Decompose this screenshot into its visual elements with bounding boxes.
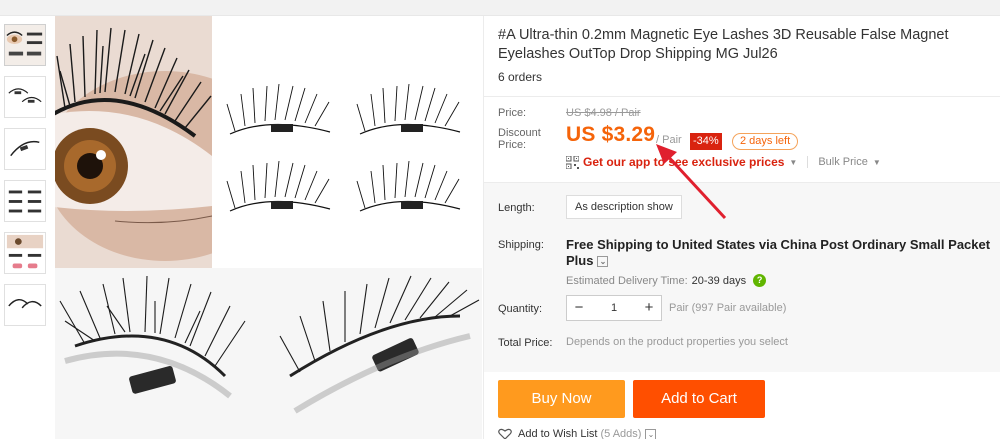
thumbnail-1[interactable] [4, 24, 46, 66]
shipping-label: Shipping: [498, 239, 544, 251]
main-product-image[interactable] [55, 16, 482, 439]
app-prompt-row: Get our app to see exclusive prices ▼ Bu… [566, 155, 881, 169]
product-detail-panel: #A Ultra-thin 0.2mm Magnetic Eye Lashes … [483, 16, 1000, 439]
eta-label: Estimated Delivery Time: [566, 274, 688, 287]
eta-value: 20-39 days [691, 274, 747, 287]
wishlist-row[interactable]: Add to Wish List (5 Adds) ⌄ [498, 428, 657, 439]
thumbnail-list [4, 24, 48, 336]
thumbnail-5[interactable] [4, 232, 46, 274]
thumbnail-4[interactable] [4, 180, 46, 222]
top-strip [0, 0, 1000, 16]
shipping-free: Free Shipping [566, 237, 653, 252]
qr-code-icon [566, 155, 579, 169]
shipping-plus: Plus [566, 253, 594, 268]
quantity-availability: Pair (997 Pair available) [669, 302, 787, 314]
total-price-label: Total Price: [498, 337, 553, 349]
discount-price-label: Discount Price: [498, 127, 541, 151]
days-left-badge: 2 days left [732, 133, 799, 150]
wishlist-count: (5 Adds) [600, 428, 642, 439]
bulk-price-dropdown-icon[interactable]: ▼ [873, 158, 881, 167]
total-price-value: Depends on the product properties you se… [566, 336, 788, 348]
quantity-input[interactable]: 1 [591, 302, 637, 314]
quantity-decrease-button[interactable]: − [567, 296, 591, 320]
app-prompt-link[interactable]: Get our app to see exclusive prices [583, 155, 784, 169]
quantity-stepper: − 1 + [566, 295, 662, 321]
discount-badge: -34% [690, 133, 722, 150]
bulk-price-dropdown[interactable]: Bulk Price [818, 156, 868, 168]
shipping-destination: to United States via China Post Ordinary… [656, 237, 991, 252]
thumbnail-6[interactable] [4, 284, 46, 326]
thumbnail-3[interactable] [4, 128, 46, 170]
length-label: Length: [498, 202, 535, 214]
delivery-estimate: Estimated Delivery Time: 20-39 days ? [566, 274, 767, 287]
divider [807, 156, 809, 168]
shipping-method[interactable]: Free Shipping to United States via China… [566, 237, 1000, 269]
quantity-label: Quantity: [498, 303, 543, 315]
app-prompt-dropdown-icon[interactable]: ▼ [789, 158, 797, 167]
wishlist-dropdown-icon[interactable]: ⌄ [645, 428, 657, 439]
order-count[interactable]: 6 orders [498, 70, 542, 84]
price-label: Price: [498, 107, 527, 119]
length-option[interactable]: As description show [566, 195, 682, 219]
thumbnail-2[interactable] [4, 76, 46, 118]
current-price: US $3.29 [566, 123, 656, 146]
buy-now-button[interactable]: Buy Now [498, 380, 625, 418]
add-to-cart-button[interactable]: Add to Cart [633, 380, 765, 418]
help-icon[interactable]: ? [753, 274, 767, 287]
wishlist-link[interactable]: Add to Wish List [518, 428, 597, 439]
heart-icon [498, 428, 512, 439]
shipping-dropdown-icon[interactable]: ⌄ [597, 256, 609, 268]
price-section: Price: US $4.98 / Pair Discount Price: U… [484, 96, 1000, 182]
product-title: #A Ultra-thin 0.2mm Magnetic Eye Lashes … [498, 27, 949, 62]
original-price: US $4.98 / Pair [566, 107, 641, 119]
quantity-increase-button[interactable]: + [637, 296, 661, 320]
options-section: Length: As description show Shipping: Fr… [484, 182, 1000, 372]
price-unit: / Pair [656, 134, 682, 146]
